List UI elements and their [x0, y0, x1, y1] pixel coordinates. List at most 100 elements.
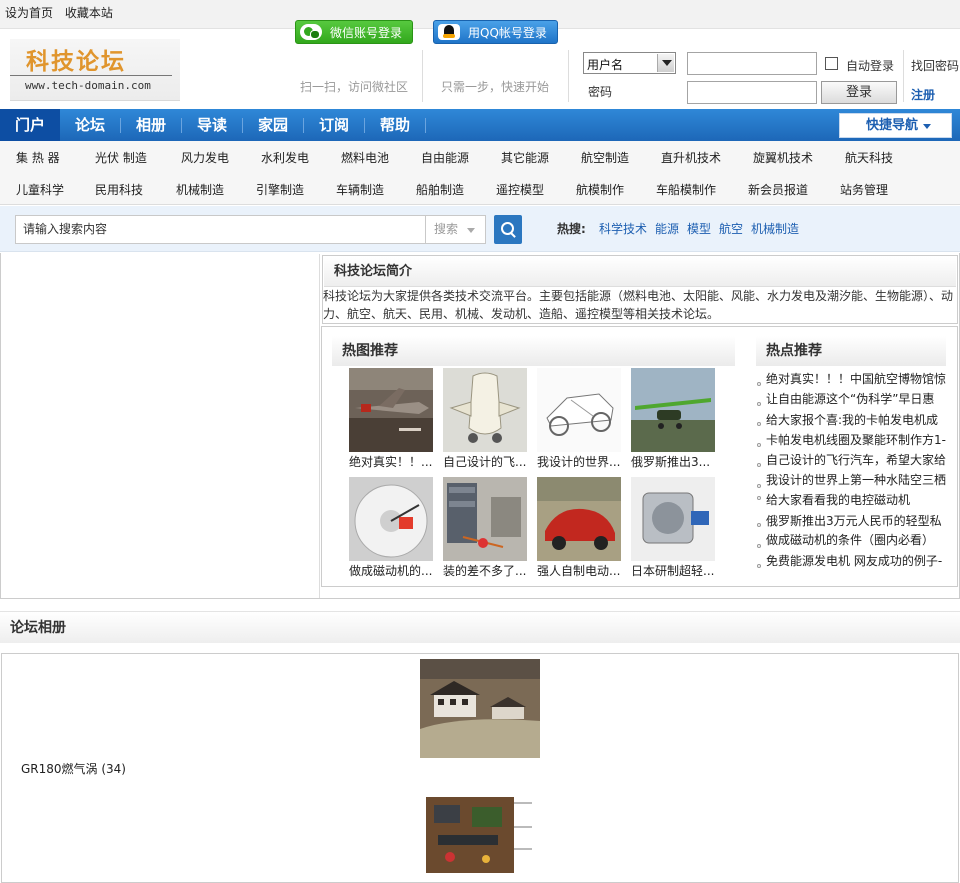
hot-pic-thumbnail[interactable] — [443, 477, 527, 561]
auto-login-checkbox[interactable] — [825, 57, 838, 70]
nav-item-home[interactable]: 家园 — [243, 109, 303, 141]
auto-login-label: 自动登录 — [846, 59, 895, 73]
bookmark-link[interactable]: 收藏本站 — [65, 6, 113, 20]
category-link[interactable]: 遥控模型 — [496, 181, 544, 198]
hot-topic-link[interactable]: 绝对真实！！！中国航空博物馆惊 — [766, 370, 948, 387]
nav-divider — [425, 118, 426, 133]
category-link[interactable]: 新会员报道 — [748, 181, 808, 198]
hot-topic-link[interactable]: 做成磁动机的条件（圈内必看） — [766, 531, 948, 548]
hot-pic-thumbnail[interactable] — [631, 368, 715, 452]
divider — [568, 50, 569, 102]
search-input[interactable]: 请输入搜索内容 — [15, 215, 426, 244]
quick-nav-button[interactable]: 快捷导航 — [839, 113, 952, 138]
hot-pic-caption[interactable]: 自己设计的飞... — [443, 453, 529, 470]
register-link[interactable]: 注册 — [911, 86, 935, 103]
category-link[interactable]: 其它能源 — [501, 149, 549, 166]
hot-topic-link[interactable]: 让自由能源这个“伪科学”早日惠 — [766, 390, 948, 407]
hot-pic-thumbnail[interactable] — [443, 368, 527, 452]
category-link[interactable]: 航天科技 — [845, 149, 893, 166]
wechat-login-label: 微信账号登录 — [330, 26, 403, 40]
category-link[interactable]: 机械制造 — [176, 181, 224, 198]
category-link[interactable]: 直升机技术 — [661, 149, 721, 166]
list-bullet-icon — [757, 382, 761, 386]
category-link[interactable]: 站务管理 — [840, 181, 888, 198]
category-link[interactable]: 风力发电 — [181, 149, 229, 166]
category-link[interactable]: 水利发电 — [261, 149, 309, 166]
category-link[interactable]: 航模制作 — [576, 181, 624, 198]
hot-pic-thumbnail[interactable] — [537, 477, 621, 561]
list-bullet-icon — [757, 564, 761, 568]
hot-pic-caption[interactable]: 我设计的世界... — [537, 453, 623, 470]
vehicle-sketch-image — [537, 368, 621, 452]
category-link[interactable]: 光伏 制造 — [95, 149, 147, 166]
wechat-login-button[interactable]: 微信账号登录 — [295, 20, 413, 44]
hot-pic-thumbnail[interactable] — [537, 368, 621, 452]
login-type-value: 用户名 — [587, 58, 624, 72]
hot-pic-caption[interactable]: 装的差不多了... — [443, 562, 529, 579]
hot-search-link[interactable]: 模型 — [687, 220, 711, 237]
hot-pic-caption[interactable]: 日本研制超轻... — [631, 562, 717, 579]
hot-topic-link[interactable]: 我设计的世界上第一种水陆空三栖 — [766, 471, 948, 488]
hot-pic-caption[interactable]: 俄罗斯推出3... — [631, 453, 717, 470]
hot-search-link[interactable]: 科学技术 — [599, 220, 647, 237]
nav-item-subscribe[interactable]: 订阅 — [304, 109, 364, 141]
search-button[interactable] — [494, 215, 522, 244]
forgot-password-link[interactable]: 找回密码 — [911, 57, 959, 74]
category-link[interactable]: 民用科技 — [95, 181, 143, 198]
search-type-select[interactable]: 搜索 — [426, 215, 486, 244]
username-input[interactable] — [687, 52, 817, 75]
list-bullet-icon — [757, 544, 761, 548]
hot-topic-link[interactable]: 自己设计的飞行汽车，希望大家给 — [766, 451, 948, 468]
category-link[interactable]: 船舶制造 — [416, 181, 464, 198]
intro-text: 科技论坛为大家提供各类技术交流平台。主要包括能源（燃料电池、太阳能、风能、水力发… — [323, 289, 954, 321]
forum-category-bar: 集 热 器 光伏 制造 风力发电 水利发电 燃料电池 自由能源 其它能源 航空制… — [0, 141, 960, 205]
hot-topic-link[interactable]: 给大家看看我的电控磁动机 — [766, 491, 948, 508]
hot-topic-link[interactable]: 给大家报个喜:我的卡帕发电机成 — [766, 411, 948, 428]
album-name-link[interactable]: GR180燃气涡 (34) — [21, 760, 126, 777]
flying-car-render-image — [443, 368, 527, 452]
nav-item-forum[interactable]: 论坛 — [60, 109, 120, 141]
hot-topic-link[interactable]: 卡帕发电机线圈及聚能环制作方1- — [766, 431, 948, 448]
hot-pic-caption[interactable]: 绝对真实！！... — [349, 453, 435, 470]
login-type-select[interactable]: 用户名 — [583, 52, 676, 74]
album-thumbnail[interactable] — [420, 659, 540, 758]
site-logo[interactable]: 科技论坛 www.tech-domain.com — [10, 39, 180, 101]
hot-pic-caption[interactable]: 做成磁动机的... — [349, 562, 435, 579]
qq-login-button[interactable]: 用QQ帐号登录 — [433, 20, 558, 44]
chevron-down-icon — [467, 228, 475, 233]
category-link[interactable]: 引擎制造 — [256, 181, 304, 198]
hot-pic-thumbnail[interactable] — [349, 477, 433, 561]
main-nav: 门户 论坛 相册 导读 家园 订阅 帮助 — [0, 109, 960, 141]
hot-pics-title: 热图推荐 — [332, 336, 735, 366]
list-bullet-icon — [757, 402, 761, 406]
nav-item-guide[interactable]: 导读 — [182, 109, 242, 141]
login-submit-button[interactable]: 登录 — [821, 81, 897, 104]
hot-pic-thumbnail[interactable] — [349, 368, 433, 452]
hot-topic-link[interactable]: 免费能源发电机 网友成功的例子- — [766, 552, 948, 569]
category-link[interactable]: 旋翼机技术 — [753, 149, 813, 166]
caret-down-icon — [923, 124, 931, 129]
category-link[interactable]: 车辆制造 — [336, 181, 384, 198]
category-link[interactable]: 集 热 器 — [16, 149, 60, 166]
category-link[interactable]: 儿童科学 — [16, 181, 64, 198]
qq-hint: 只需一步，快速开始 — [441, 80, 550, 94]
category-link[interactable]: 自由能源 — [421, 149, 469, 166]
category-link[interactable]: 航空制造 — [581, 149, 629, 166]
set-homepage-link[interactable]: 设为首页 — [5, 6, 53, 20]
hot-pic-caption[interactable]: 强人自制电动... — [537, 562, 623, 579]
search-type-value: 搜索 — [434, 222, 459, 236]
hot-search-link[interactable]: 能源 — [655, 220, 679, 237]
nav-item-help[interactable]: 帮助 — [365, 109, 425, 141]
hot-search-link[interactable]: 机械制造 — [751, 220, 799, 237]
category-link[interactable]: 车船模制作 — [656, 181, 716, 198]
hot-topic-link[interactable]: 俄罗斯推出3万元人民币的轻型私 — [766, 512, 948, 529]
electric-car-image — [537, 477, 621, 561]
category-link[interactable]: 燃料电池 — [341, 149, 389, 166]
nav-item-album[interactable]: 相册 — [121, 109, 181, 141]
hot-pic-thumbnail[interactable] — [631, 477, 715, 561]
nav-item-portal[interactable]: 门户 — [0, 109, 60, 141]
hot-search-link[interactable]: 航空 — [719, 220, 743, 237]
album-thumbnail[interactable] — [420, 783, 540, 873]
password-input[interactable] — [687, 81, 817, 104]
chevron-down-icon — [657, 54, 674, 72]
